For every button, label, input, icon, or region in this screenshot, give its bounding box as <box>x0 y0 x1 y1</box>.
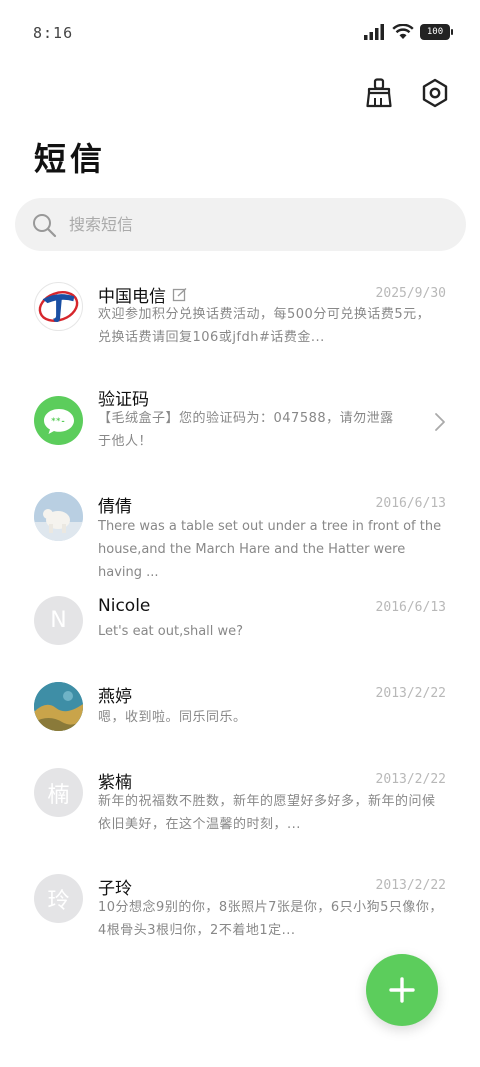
svg-text:**-: **- <box>51 416 65 425</box>
message-date: 2013/2/22 <box>375 772 446 787</box>
message-date: 2016/6/13 <box>375 496 446 511</box>
sender-label: Nicole <box>98 596 151 616</box>
battery-icon: 100 <box>420 24 453 40</box>
wifi-icon <box>392 24 414 39</box>
status-bar: 8:16 100 <box>0 0 480 66</box>
message-item[interactable]: 中国电信 2025/9/30 欢迎参加积分兑换话费活动，每500分可兑换话费5元… <box>0 262 480 372</box>
scenery-photo-icon <box>34 682 83 731</box>
message-date: 2013/2/22 <box>375 686 446 701</box>
chevron-right-icon <box>435 413 445 431</box>
avatar: **- <box>34 396 83 445</box>
message-bubble-icon: **- <box>43 408 74 434</box>
search-icon <box>33 213 57 237</box>
search-bar[interactable] <box>15 198 466 251</box>
avatar: 楠 <box>34 768 83 817</box>
message-preview: There was a table set out under a tree i… <box>98 519 442 580</box>
broom-icon <box>366 78 392 108</box>
avatar <box>34 682 83 731</box>
status-icons: 100 <box>364 24 453 40</box>
message-date: 2025/9/30 <box>375 286 446 301</box>
sender-name: 倩倩 <box>98 492 132 517</box>
message-item[interactable]: **- 验证码 【毛绒盒子】您的验证码为：047588，请勿泄露于他人！ <box>0 372 480 470</box>
message-date: 2013/2/22 <box>375 878 446 893</box>
message-date: 2016/6/13 <box>375 600 446 615</box>
message-item[interactable]: 燕婷 2013/2/22 嗯，收到啦。同乐同乐。 <box>0 670 480 756</box>
avatar: N <box>34 596 83 645</box>
china-telecom-logo-icon <box>38 291 79 323</box>
message-preview: 【毛绒盒子】您的验证码为：047588，请勿泄露于他人！ <box>98 411 394 449</box>
message-preview: 嗯，收到啦。同乐同乐。 <box>98 710 247 725</box>
message-item[interactable]: 楠 紫楠 2013/2/22 新年的祝福数不胜数，新年的愿望好多好多，新年的问候… <box>0 756 480 862</box>
message-item[interactable]: 倩倩 2016/6/13 There was a table set out u… <box>0 470 480 582</box>
avatar: 玲 <box>34 874 83 923</box>
avatar <box>34 492 83 541</box>
message-item[interactable]: 玲 子玲 2013/2/22 10分想念9别的你，8张照片7张是你，6只小狗5只… <box>0 862 480 962</box>
sender-name: 燕婷 <box>98 682 132 707</box>
search-input[interactable] <box>69 215 409 234</box>
message-item[interactable]: N Nicole 2016/6/13 Let's eat out,shall w… <box>0 582 480 670</box>
message-preview: 10分想念9别的你，8张照片7张是你，6只小狗5只像你，4根骨头3根归你，2不着… <box>98 900 443 938</box>
page-title: 短信 <box>34 140 107 178</box>
new-message-button[interactable] <box>366 954 438 1026</box>
edit-icon <box>172 287 187 301</box>
clean-button[interactable] <box>362 76 396 110</box>
message-preview: Let's eat out,shall we? <box>98 624 244 639</box>
message-preview: 新年的祝福数不胜数，新年的愿望好多好多，新年的问候依旧美好，在这个温馨的时刻，.… <box>98 794 436 832</box>
sender-name: Nicole <box>98 596 150 616</box>
sender-label: 燕婷 <box>98 687 132 707</box>
avatar <box>34 282 83 331</box>
message-preview: 欢迎参加积分兑换话费活动，每500分可兑换话费5元，兑换话费请回复106或jfd… <box>98 307 431 345</box>
settings-hexagon-icon <box>422 78 448 108</box>
settings-button[interactable] <box>418 76 452 110</box>
polar-bear-photo-icon <box>34 492 83 541</box>
top-actions <box>362 76 452 110</box>
signal-icon <box>364 24 384 40</box>
status-time: 8:16 <box>33 24 74 42</box>
sender-label: 倩倩 <box>98 497 132 517</box>
plus-icon <box>389 977 415 1003</box>
